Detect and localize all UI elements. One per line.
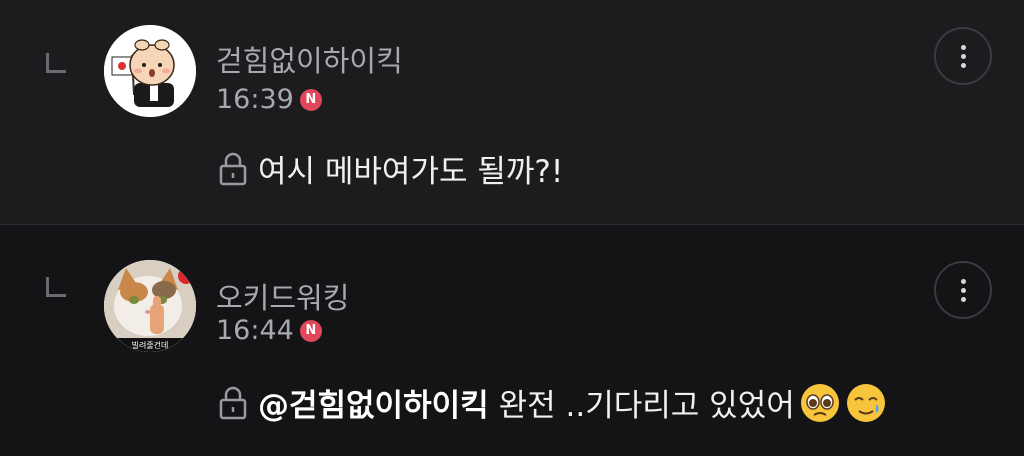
new-badge: N	[299, 88, 322, 111]
user-mention[interactable]: @걷힘없이하이킥	[258, 388, 489, 424]
avatar-caption: 빌려줄건데	[132, 340, 169, 350]
lock-icon	[219, 386, 247, 419]
smiling-face-with-tear-emoji	[846, 383, 885, 422]
lock-icon	[219, 152, 247, 185]
reply-item: 걷힘없이하이킥 16:39 N 여시 메바여가도 될까?!	[0, 0, 1024, 224]
username[interactable]: 걷힘없이하이킥	[216, 38, 403, 80]
more-dot	[960, 44, 966, 50]
timestamp: 16:39	[216, 84, 294, 115]
timestamp-row: 16:39 N	[216, 84, 322, 115]
reply-item: 빌려줄건데 오키드워킹 16:44 N @걷힘없이하이킥 완전 ..기다리고 있었…	[0, 225, 1024, 456]
avatar[interactable]: 빌려줄건데	[104, 260, 196, 352]
pleading-face-emoji	[800, 383, 839, 422]
more-options-button[interactable]	[934, 261, 992, 319]
username[interactable]: 오키드워킹	[216, 275, 349, 317]
message-row: @걷힘없이하이킥 완전 ..기다리고 있었어	[218, 380, 887, 425]
more-dot	[960, 296, 966, 302]
more-dot	[960, 53, 966, 59]
message-text: 여시 메바여가도 될까?!	[258, 154, 564, 190]
message-body: 완전 ..기다리고 있었어	[498, 388, 795, 424]
more-dot	[960, 287, 966, 293]
message-row: 여시 메바여가도 될까?!	[218, 146, 563, 191]
reply-arrow-icon	[46, 53, 66, 73]
message-text: @걷힘없이하이킥 완전 ..기다리고 있었어	[258, 380, 795, 425]
more-dot	[960, 62, 966, 68]
avatar[interactable]	[104, 25, 196, 117]
more-options-button[interactable]	[934, 27, 992, 85]
more-dot	[960, 278, 966, 284]
new-badge: N	[299, 319, 322, 342]
reply-arrow-icon	[46, 277, 66, 297]
timestamp-row: 16:44 N	[216, 315, 322, 346]
timestamp: 16:44	[216, 315, 294, 346]
